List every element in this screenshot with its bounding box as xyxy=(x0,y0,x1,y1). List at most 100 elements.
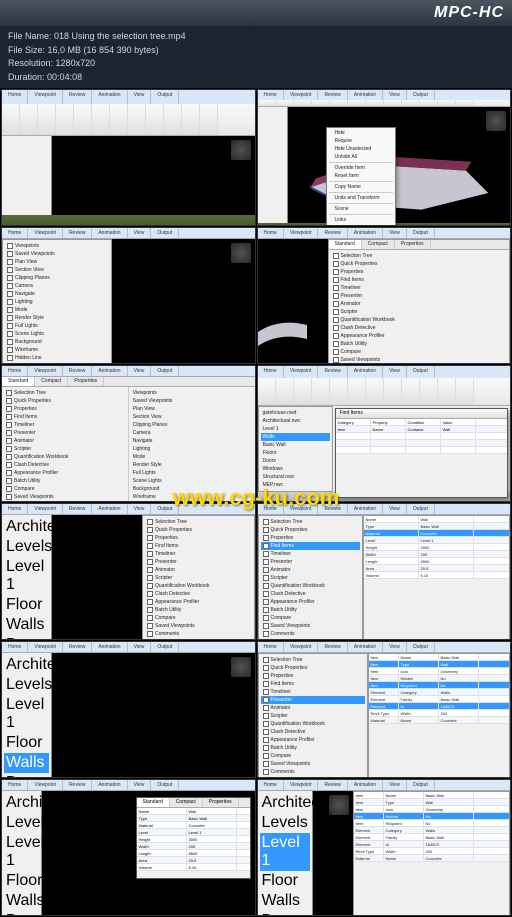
menu-item[interactable]: Scene xyxy=(327,205,395,213)
list-item[interactable]: Scripter xyxy=(261,712,365,720)
ribbon-tab[interactable]: Output xyxy=(407,366,435,378)
list-item[interactable]: Clash Detective xyxy=(145,590,252,598)
list-item[interactable]: Saved Viewpoints xyxy=(5,250,109,258)
context-menu[interactable]: HideRequireHide UnselectedUnhide AllOver… xyxy=(326,127,396,226)
ribbon-tab[interactable]: View xyxy=(128,366,152,376)
ribbon-tab[interactable]: View xyxy=(383,366,407,378)
dialog-tabs[interactable]: StandardCompactProperties xyxy=(329,240,510,250)
list-item[interactable]: Architectural.nwc xyxy=(260,793,310,813)
viewport[interactable] xyxy=(112,239,255,364)
thumb-4[interactable]: HomeViewpointReviewAnimationViewOutput S… xyxy=(257,227,512,364)
table-row[interactable]: TypeBasic Wall xyxy=(364,523,510,530)
ribbon-tab[interactable]: Home xyxy=(258,366,284,378)
list-item[interactable]: Batch Utility xyxy=(145,606,252,614)
table-row[interactable] xyxy=(336,447,508,454)
ribbon-tab[interactable]: Viewpoint xyxy=(284,228,319,238)
ribbon-tab[interactable]: Home xyxy=(258,504,284,514)
list-item[interactable]: Architectural.nwc xyxy=(4,793,39,813)
list-item[interactable]: Find Items xyxy=(261,680,365,688)
list-item[interactable]: Clipping Planes xyxy=(5,274,109,282)
selection-tree[interactable]: Architectural.nwcLevelsLevel 1FloorWalls… xyxy=(2,791,42,916)
ribbon-tab[interactable]: Output xyxy=(151,780,179,790)
properties-table[interactable]: ItemNameBasic WallItemTypeWallItemIconGe… xyxy=(368,653,511,778)
table-row[interactable]: ItemIconGeometry xyxy=(369,668,510,675)
list-item[interactable]: Comments xyxy=(145,630,252,638)
ribbon-tab[interactable]: Review xyxy=(63,780,92,790)
ribbon-button[interactable] xyxy=(182,104,200,135)
list-item[interactable]: Properties xyxy=(261,534,360,542)
ribbon-tab[interactable]: Review xyxy=(318,366,347,378)
list-item[interactable]: Appearance Profiler xyxy=(4,469,126,477)
list-item[interactable]: Search Sets xyxy=(261,638,360,640)
table-row[interactable]: ElementId184523 xyxy=(369,703,510,710)
options-panel[interactable]: StandardCompactProperties Selection Tree… xyxy=(2,377,255,502)
list-item[interactable]: Find Items xyxy=(331,276,508,284)
list-item[interactable]: Doors xyxy=(4,635,49,640)
list-item[interactable]: Animator xyxy=(331,300,508,308)
list-item[interactable]: Lighting xyxy=(5,298,109,306)
ribbon-button[interactable] xyxy=(438,378,456,405)
list-item[interactable]: Level 1 xyxy=(260,833,310,871)
viewcube-icon[interactable] xyxy=(231,243,251,263)
table-row[interactable]: ItemNameBasic Wall xyxy=(369,654,510,661)
list-item[interactable]: Scripter xyxy=(261,574,360,582)
ribbon-tab[interactable]: Review xyxy=(318,642,347,652)
table-row[interactable]: ItemRequiredNo xyxy=(354,820,510,827)
ribbon-tab[interactable]: Animation xyxy=(348,504,383,514)
table-row[interactable]: Area25.5 xyxy=(137,857,250,864)
ribbon-tab[interactable]: Animation xyxy=(348,90,383,100)
list-item[interactable]: Background xyxy=(5,338,109,346)
list-item[interactable]: Scene Lights xyxy=(5,330,109,338)
table-row[interactable]: MaterialNameConcrete xyxy=(369,717,510,724)
ribbon-button[interactable] xyxy=(366,378,384,405)
list-item[interactable]: Presenter xyxy=(261,696,365,704)
ribbon-tab[interactable]: Viewpoint xyxy=(284,504,319,514)
list-item[interactable]: Windows xyxy=(261,465,330,473)
table-row[interactable]: NameWall xyxy=(364,516,510,523)
ribbon-button[interactable] xyxy=(312,378,330,405)
list-item[interactable]: Wireframe xyxy=(5,346,109,354)
ribbon-tab[interactable]: Home xyxy=(258,642,284,652)
list-item[interactable]: Quick Properties xyxy=(145,526,252,534)
ribbon-tab[interactable]: Output xyxy=(151,366,179,376)
list-item[interactable]: Render Style xyxy=(5,314,109,322)
list-item[interactable]: Animator xyxy=(261,704,365,712)
viewcube-icon[interactable] xyxy=(329,795,349,815)
ribbon-tab[interactable]: Output xyxy=(407,780,435,790)
list-item[interactable]: Presenter xyxy=(4,429,126,437)
list-item[interactable]: Plan View xyxy=(131,405,253,413)
ribbon-button[interactable] xyxy=(420,100,438,106)
list-item[interactable]: Animator xyxy=(4,437,126,445)
selection-tree[interactable]: gatehouse.nwdArchitectural.nwcLevel 1Wal… xyxy=(258,406,333,492)
list-item[interactable]: Shaded xyxy=(5,362,109,364)
dialog-tab[interactable]: Properties xyxy=(68,377,104,386)
list-item[interactable]: Presenter xyxy=(261,558,360,566)
table-row[interactable]: Height3000 xyxy=(137,836,250,843)
ribbon-tab[interactable]: Animation xyxy=(92,780,127,790)
list-item[interactable]: Timeliner xyxy=(261,550,360,558)
ribbon-button[interactable] xyxy=(294,100,312,106)
table-row[interactable]: Area25.5 xyxy=(364,565,510,572)
table-row[interactable]: ElementFamilyBasic Wall xyxy=(354,834,510,841)
table-row[interactable]: Revit TypeWidth200 xyxy=(369,710,510,717)
list-item[interactable]: Batch Utility xyxy=(331,340,508,348)
ribbon-tab[interactable]: Viewpoint xyxy=(284,780,319,790)
list-item[interactable]: Scene Lights xyxy=(131,477,253,485)
ribbon-tab[interactable]: Review xyxy=(63,228,92,238)
menu-item[interactable]: Links xyxy=(327,216,395,224)
list-item[interactable]: Quick Properties xyxy=(261,526,360,534)
table-row[interactable]: MaterialConcrete xyxy=(137,822,250,829)
list-item[interactable]: MEP.nwc xyxy=(261,481,330,489)
list-item[interactable]: Find Items xyxy=(145,542,252,550)
table-row[interactable] xyxy=(336,433,508,440)
list-item[interactable]: Presenter xyxy=(145,558,252,566)
table-row[interactable]: Length8500 xyxy=(137,850,250,857)
table-row[interactable]: ItemIconGeometry xyxy=(354,806,510,813)
list-item[interactable]: Clash Detective xyxy=(261,728,365,736)
list-item[interactable]: Selection Tree xyxy=(145,518,252,526)
list-item[interactable]: Walls xyxy=(4,753,49,773)
list-item[interactable]: Section View xyxy=(5,266,109,274)
viewcube-icon[interactable] xyxy=(486,111,506,131)
menu-item[interactable]: Hide Unselected xyxy=(327,145,395,153)
list-item[interactable]: Scripter xyxy=(4,445,126,453)
